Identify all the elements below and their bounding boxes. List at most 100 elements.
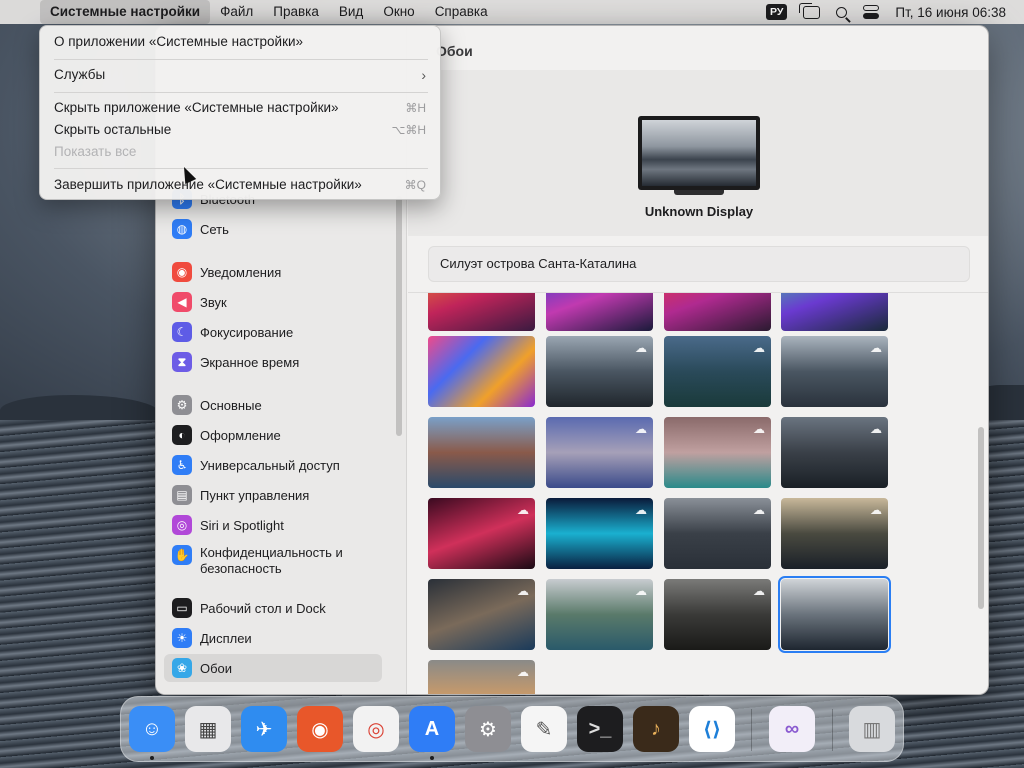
siri-icon: ◎ bbox=[172, 515, 192, 535]
launchpad-icon[interactable]: ▦ bbox=[185, 706, 231, 752]
sidebar-item[interactable]: ◎ Siri и Spotlight bbox=[164, 511, 382, 539]
wallpaper-thumbnail[interactable]: ☁ bbox=[546, 417, 653, 488]
menu-separator bbox=[54, 59, 428, 60]
wallpaper-thumbnail[interactable] bbox=[781, 293, 888, 331]
grid-scrollbar[interactable] bbox=[978, 427, 984, 609]
menu-bar: Системные настройки Файл Правка Вид Окно… bbox=[0, 0, 1024, 24]
wallpaper-pane: Обои Unknown Display Силуэт острова Сант… bbox=[408, 26, 988, 694]
menu-help[interactable]: Справка bbox=[425, 0, 498, 24]
wallpaper-thumbnail[interactable]: ☁ bbox=[664, 417, 771, 488]
menu-about[interactable]: О приложении «Системные настройки» bbox=[45, 31, 435, 53]
menu-quit-label: Завершить приложение «Системные настройк… bbox=[54, 177, 362, 192]
sidebar-item[interactable]: ⚙ Основные bbox=[164, 391, 382, 419]
menu-edit[interactable]: Правка bbox=[263, 0, 329, 24]
wallpaper-thumbnail[interactable] bbox=[428, 417, 535, 488]
control-center-icon: ▤ bbox=[172, 485, 192, 505]
sidebar-item-label: Звук bbox=[200, 294, 227, 310]
menu-view[interactable]: Вид bbox=[329, 0, 373, 24]
sidebar-item-label: Фокусирование bbox=[200, 324, 294, 340]
sidebar-item-label: Рабочий стол и Dock bbox=[200, 600, 326, 616]
dock-separator bbox=[832, 709, 833, 751]
sidebar-item-label: Дисплеи bbox=[200, 630, 252, 646]
menu-services[interactable]: Службы › bbox=[45, 64, 435, 86]
sidebar-item-label: Конфиденциальность и безопасность bbox=[200, 545, 343, 576]
firefox-icon[interactable]: ◉ bbox=[297, 706, 343, 752]
textedit-icon[interactable]: ✎ bbox=[521, 706, 567, 752]
wallpaper-thumbnail[interactable] bbox=[428, 293, 535, 331]
menu-separator bbox=[54, 92, 428, 93]
wallpaper-thumbnail[interactable]: ☁ bbox=[546, 579, 653, 650]
sidebar-item[interactable]: ⧗ Экранное время bbox=[164, 348, 382, 376]
menu-app-name[interactable]: Системные настройки bbox=[40, 0, 211, 24]
wallpaper-thumbnail-selected[interactable] bbox=[778, 576, 891, 653]
menu-hide-others-label: Скрыть остальные bbox=[54, 122, 172, 137]
wallpaper-thumbnail[interactable]: ☁ bbox=[428, 498, 535, 569]
vscode-icon[interactable]: ⟨⟩ bbox=[689, 706, 735, 752]
sidebar-scrollbar[interactable] bbox=[396, 196, 402, 436]
dock-icon: ▭ bbox=[172, 598, 192, 618]
wallpaper-name-field[interactable]: Силуэт острова Санта-Каталина bbox=[428, 246, 970, 282]
menu-hide-others[interactable]: Скрыть остальные ⌥⌘H bbox=[45, 119, 435, 141]
sun-icon: ☀ bbox=[172, 628, 192, 648]
sidebar-item[interactable]: ◀ Звук bbox=[164, 288, 382, 316]
menu-clock[interactable]: Пт, 16 июня 06:38 bbox=[895, 5, 1006, 20]
wallpaper-thumbnail[interactable]: ☁ bbox=[781, 336, 888, 407]
menu-hide-app-label: Скрыть приложение «Системные настройки» bbox=[54, 100, 339, 115]
running-indicator bbox=[150, 756, 154, 760]
cloud-download-icon: ☁ bbox=[753, 341, 765, 355]
safari-icon[interactable]: ✈ bbox=[241, 706, 287, 752]
menu-file[interactable]: Файл bbox=[210, 0, 263, 24]
display-name: Unknown Display bbox=[644, 204, 754, 219]
sidebar-item[interactable]: ▭ Рабочий стол и Dock bbox=[164, 594, 382, 622]
terminal-icon[interactable]: >_ bbox=[577, 706, 623, 752]
sidebar-item-label: Уведомления bbox=[200, 264, 282, 280]
menu-window[interactable]: Окно bbox=[373, 0, 424, 24]
wallpaper-thumbnail[interactable]: ☁ bbox=[428, 579, 535, 650]
wallpaper-thumbnail[interactable]: ☁ bbox=[781, 498, 888, 569]
monitor-screen bbox=[642, 120, 756, 186]
sidebar-item[interactable]: ❀ Обои bbox=[164, 654, 382, 682]
sidebar-item[interactable]: ◍ Сеть bbox=[164, 215, 382, 243]
sidebar-item-label: Сеть bbox=[200, 221, 229, 237]
wallpaper-thumbnail[interactable] bbox=[546, 293, 653, 331]
wallpaper-thumbnail[interactable] bbox=[428, 336, 535, 407]
garageband-icon[interactable]: ♪ bbox=[633, 706, 679, 752]
sidebar-item[interactable]: ☀ Дисплеи bbox=[164, 624, 382, 652]
menu-about-label: О приложении «Системные настройки» bbox=[54, 34, 304, 49]
wallpaper-thumbnail[interactable]: ☁ bbox=[664, 498, 771, 569]
stage-manager-icon[interactable] bbox=[799, 2, 821, 19]
sidebar-item-label: Пункт управления bbox=[200, 487, 310, 503]
cloud-download-icon: ☁ bbox=[517, 584, 529, 598]
input-source-badge[interactable]: РУ bbox=[765, 4, 788, 20]
cloud-download-icon: ☁ bbox=[635, 341, 647, 355]
sidebar-item[interactable]: ✋ Конфиденциальность и безопасность bbox=[164, 541, 382, 581]
sidebar-item[interactable]: ◐ Оформление bbox=[164, 421, 382, 449]
visual-studio-icon[interactable]: ∞ bbox=[769, 706, 815, 752]
sidebar-item[interactable]: ◉ Уведомления bbox=[164, 258, 382, 286]
hourglass-icon: ⧗ bbox=[172, 352, 192, 372]
app-store-icon[interactable]: A bbox=[409, 706, 455, 752]
dock-separator bbox=[751, 709, 752, 751]
trash-icon[interactable]: ▥ bbox=[849, 706, 895, 752]
sidebar-item[interactable]: ☾ Фокусирование bbox=[164, 318, 382, 346]
globe-icon: ◍ bbox=[172, 219, 192, 239]
menu-show-all: Показать все bbox=[45, 141, 435, 163]
finder-icon[interactable]: ☺ bbox=[129, 706, 175, 752]
system-settings-icon[interactable]: ⚙ bbox=[465, 706, 511, 752]
sidebar-item[interactable]: ♿ Универсальный доступ bbox=[164, 451, 382, 479]
wallpaper-thumbnail[interactable]: ☁ bbox=[428, 660, 535, 694]
sidebar-item[interactable]: ▤ Пункт управления bbox=[164, 481, 382, 509]
spotlight-search-icon[interactable] bbox=[836, 6, 848, 18]
menu-quit[interactable]: Завершить приложение «Системные настройк… bbox=[45, 174, 435, 196]
control-center-icon[interactable] bbox=[863, 5, 880, 19]
wallpaper-thumbnail[interactable]: ☁ bbox=[664, 579, 771, 650]
dock: ☺ ▦ ✈ ◉ ◎ A ⚙ ✎ >_ ♪ ⟨⟩ ∞ ▥ bbox=[120, 696, 904, 762]
wallpaper-thumbnail[interactable]: ☁ bbox=[546, 336, 653, 407]
shortcut-quit: ⌘Q bbox=[404, 178, 426, 192]
chrome-icon[interactable]: ◎ bbox=[353, 706, 399, 752]
wallpaper-thumbnail[interactable] bbox=[664, 293, 771, 331]
wallpaper-thumbnail[interactable]: ☁ bbox=[664, 336, 771, 407]
wallpaper-thumbnail[interactable]: ☁ bbox=[546, 498, 653, 569]
menu-hide-app[interactable]: Скрыть приложение «Системные настройки» ⌘… bbox=[45, 97, 435, 119]
wallpaper-thumbnail[interactable]: ☁ bbox=[781, 417, 888, 488]
